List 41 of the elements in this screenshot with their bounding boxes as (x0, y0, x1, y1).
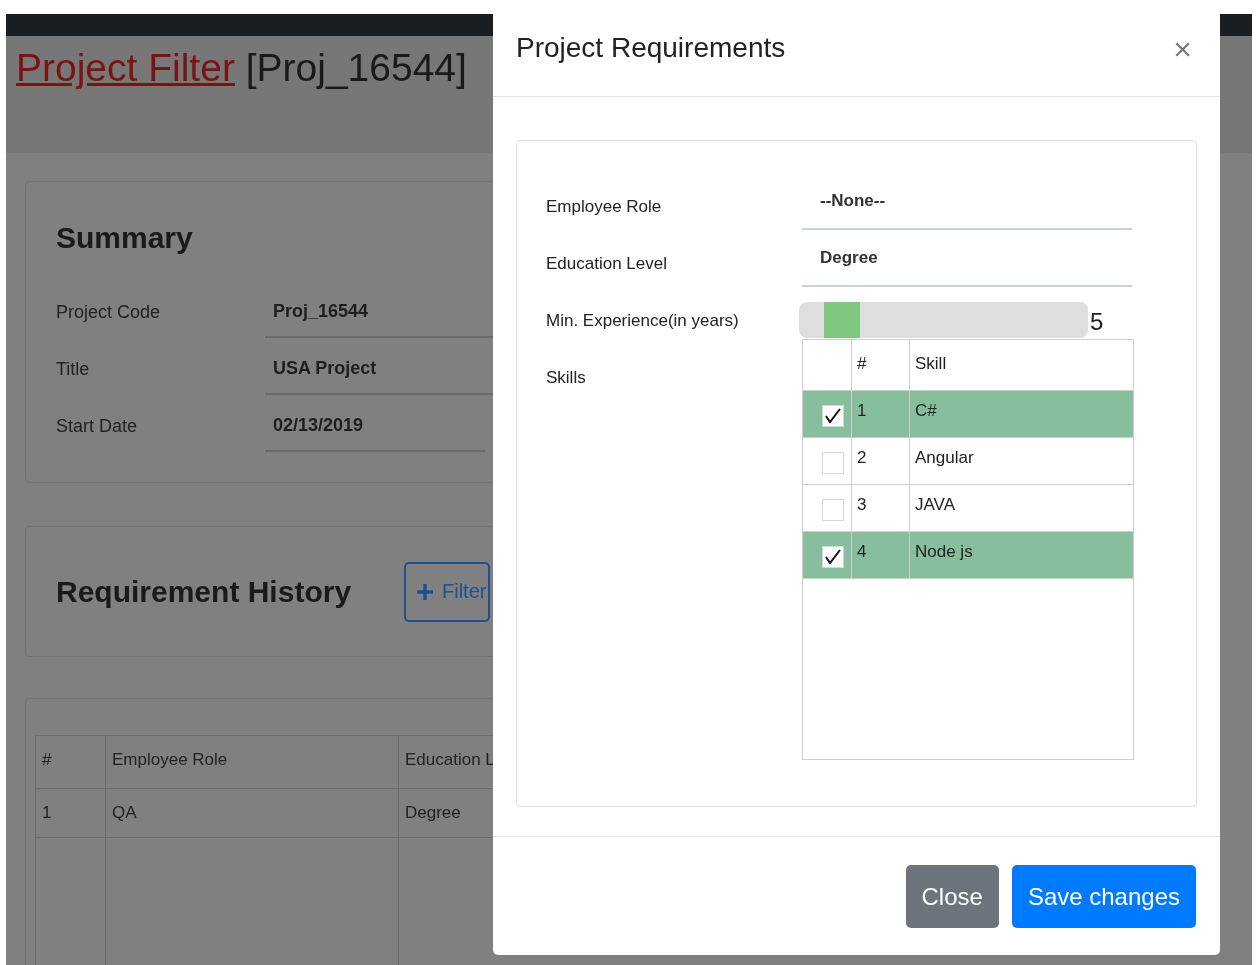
modal-title: Project Requirements (516, 32, 786, 64)
top-bar (1220, 14, 1252, 36)
slider-value: 5 (1090, 307, 1104, 336)
field-value: 02/13/2019 (265, 401, 485, 452)
plus-icon (416, 582, 434, 601)
field-label: Education Level (546, 253, 668, 274)
summary-heading: Summary (56, 220, 194, 256)
slider-track[interactable] (799, 301, 1088, 338)
select-field[interactable]: Degree (802, 234, 1132, 287)
field-label: Start Date (56, 416, 139, 437)
save-button[interactable]: Save changes (1011, 865, 1196, 928)
column-header: Employee Role (105, 735, 399, 789)
close-button[interactable]: Close (905, 865, 999, 928)
checkbox[interactable] (822, 405, 844, 427)
checkbox[interactable] (822, 452, 844, 474)
field-label: Min. Experience(in years) (546, 310, 740, 331)
field-label: Skills (546, 367, 587, 388)
table-cell: 1 (851, 390, 910, 438)
table-cell: QA (105, 788, 399, 838)
table-cell: 3 (851, 484, 910, 532)
select-field[interactable]: --None-- (802, 177, 1132, 230)
column-header: # (35, 735, 106, 789)
project-code-title: [Proj_16544] (245, 46, 467, 89)
field-label: Title (56, 359, 91, 380)
project-filter-link[interactable]: Project Filter (16, 46, 235, 89)
table-cell: Node js (909, 531, 1134, 579)
checkbox[interactable] (822, 499, 844, 521)
table-cell: 1 (35, 788, 106, 838)
column-header: Skill (909, 339, 1134, 391)
slider-thumb[interactable] (824, 301, 861, 338)
table-cell: Angular (909, 437, 1134, 485)
field-label: Project Code (56, 302, 162, 323)
field-label: Employee Role (546, 196, 663, 217)
table-cell: 2 (851, 437, 910, 485)
table-cell: 4 (851, 531, 910, 579)
checkbox[interactable] (822, 546, 844, 568)
table-cell: C# (909, 390, 1134, 438)
close-button[interactable]: × (1169, 30, 1196, 68)
table-cell: JAVA (909, 484, 1134, 532)
requirement-history-heading: Requirement History (56, 573, 353, 610)
column-header: # (851, 339, 910, 391)
